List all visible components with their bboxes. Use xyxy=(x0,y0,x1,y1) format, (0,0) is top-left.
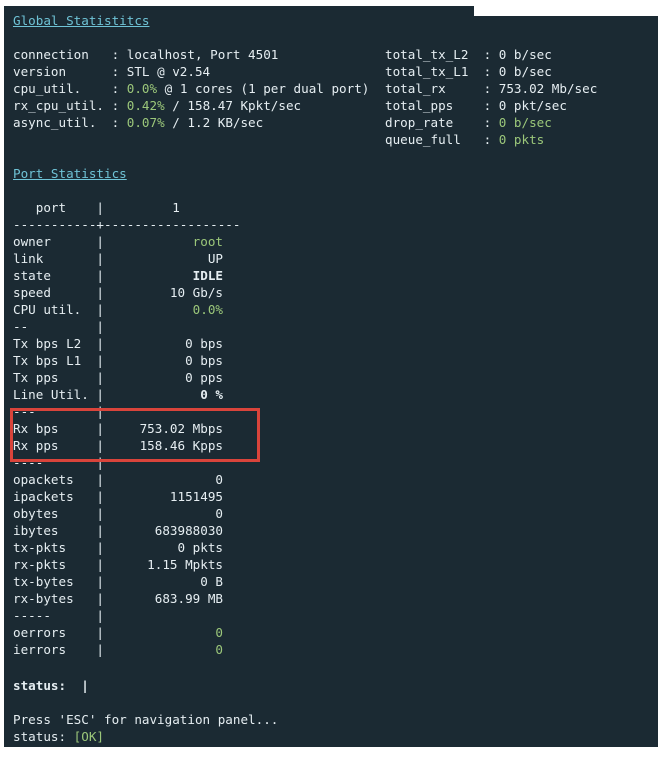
version-value: STL @ v2.54 xyxy=(126,64,211,79)
port-row-value xyxy=(4,318,223,335)
port-row-value: 10 Gb/s xyxy=(169,285,223,300)
rx-cpu-util-pct: 0.42% xyxy=(126,98,165,113)
drop-rate-row: drop_rate : 0 b/sec xyxy=(385,115,552,130)
cpu-util-row: cpu_util. : 0.0% @ 1 cores (1 per dual p… xyxy=(13,81,370,96)
total-pps-value: 0 pkt/sec xyxy=(498,98,567,113)
port-row-value: 0 % xyxy=(200,387,223,402)
status-ok: [OK] xyxy=(73,729,105,744)
terminal-window[interactable]: Global Statistitcs connection : localhos… xyxy=(4,6,658,747)
total-pps-row: total_pps : 0 pkt/sec xyxy=(385,98,567,113)
port-statistics-header: Port Statistics xyxy=(13,166,127,181)
total-rx-value: 753.02 Mb/sec xyxy=(498,81,598,96)
highlight-box xyxy=(10,408,260,462)
port-row-value: 0 bps xyxy=(185,336,223,351)
port-row-value: 1151495 xyxy=(169,489,223,504)
port-row-value: 683988030 xyxy=(154,523,223,538)
queue-full-value: 0 pkts xyxy=(498,132,545,147)
port-row-value: IDLE xyxy=(192,268,223,283)
total-tx-l2-row: total_tx_L2 : 0 b/sec xyxy=(385,47,552,62)
port-row-value: root xyxy=(192,234,223,249)
total-tx-l1-row: total_tx_L1 : 0 b/sec xyxy=(385,64,552,79)
queue-full-row: queue_full : 0 pkts xyxy=(385,132,545,147)
version-row: version : STL @ v2.54 xyxy=(13,64,211,79)
port-row-value: 0 xyxy=(215,472,223,487)
port-table-head-row: port | 1 xyxy=(13,200,180,215)
total-tx-l1-value: 0 b/sec xyxy=(498,64,552,79)
status-line: status: [OK] xyxy=(13,729,105,744)
navigation-hint: Press 'ESC' for navigation panel... xyxy=(13,712,279,727)
port-row-value: 1.15 Mpkts xyxy=(147,557,223,572)
cpu-util-pct: 0.0% xyxy=(126,81,158,96)
port-row-value: 0 bps xyxy=(185,353,223,368)
async-util-row: async_util. : 0.07% / 1.2 KB/sec xyxy=(13,115,264,130)
rx-cpu-util-row: rx_cpu_util. : 0.42% / 158.47 Kpkt/sec xyxy=(13,98,302,113)
window-corner xyxy=(474,6,658,16)
port-row-value: 0 pps xyxy=(185,370,223,385)
total-rx-row: total_rx : 753.02 Mb/sec xyxy=(385,81,598,96)
port-row-value: 0 xyxy=(215,506,223,521)
connection-row: connection : localhost, Port 4501 xyxy=(13,47,279,62)
port-table-separator: -----------+------------------ xyxy=(13,217,241,232)
port-row-value: 0.0% xyxy=(192,302,223,317)
total-tx-l2-value: 0 b/sec xyxy=(498,47,552,62)
async-util-pct: 0.07% xyxy=(126,115,165,130)
status-prompt: status: | xyxy=(13,678,89,693)
port-row-value: 0 xyxy=(215,625,223,640)
port-row-value: 683.99 MB xyxy=(154,591,223,606)
connection-value: localhost, Port 4501 xyxy=(126,47,279,62)
port-row-value: UP xyxy=(207,251,223,266)
port-row-value: 0 pkts xyxy=(177,540,224,555)
port-row-value: 0 xyxy=(215,642,223,657)
port-row-value: 0 B xyxy=(200,574,223,589)
global-statistics-header: Global Statistitcs xyxy=(13,13,150,28)
port-row-value xyxy=(4,607,223,624)
drop-rate-value: 0 b/sec xyxy=(498,115,552,130)
